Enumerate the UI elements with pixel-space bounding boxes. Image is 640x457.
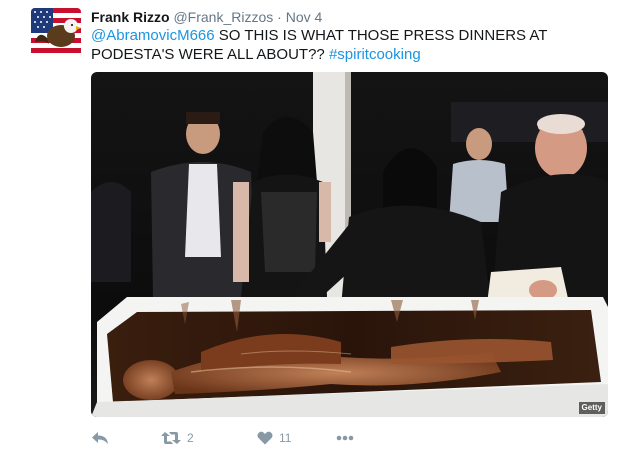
photo-image (91, 72, 608, 417)
american-flag-eagle-icon (31, 8, 81, 58)
more-button[interactable] (336, 428, 354, 448)
tweet-header: Frank Rizzo @Frank_Rizzos · Nov 4 (91, 8, 322, 26)
heart-icon (257, 431, 273, 445)
tweet-actions: 2 11 (91, 428, 511, 448)
more-icon (336, 435, 354, 441)
retweet-button[interactable]: 2 (161, 428, 194, 448)
retweet-icon (161, 432, 181, 444)
getty-watermark: Getty (578, 402, 605, 414)
hashtag-link[interactable]: #spiritcooking (329, 46, 421, 63)
tweet-photo[interactable]: Getty (91, 72, 608, 417)
user-handle[interactable]: @Frank_Rizzos (173, 9, 273, 25)
display-name[interactable]: Frank Rizzo (91, 9, 170, 25)
like-button[interactable]: 11 (257, 428, 291, 448)
mention-link[interactable]: @AbramovicM666 (91, 27, 215, 44)
tweet-text: @AbramovicM666 SO THIS IS WHAT THOSE PRE… (91, 26, 611, 64)
retweet-count: 2 (187, 431, 194, 445)
reply-button[interactable] (91, 428, 109, 448)
avatar[interactable] (31, 8, 81, 58)
timestamp[interactable]: Nov 4 (286, 9, 323, 25)
like-count: 11 (279, 431, 292, 445)
tweet: Frank Rizzo @Frank_Rizzos · Nov 4 @Abram… (0, 0, 640, 457)
separator-dot: · (277, 9, 282, 25)
reply-icon (92, 432, 108, 444)
